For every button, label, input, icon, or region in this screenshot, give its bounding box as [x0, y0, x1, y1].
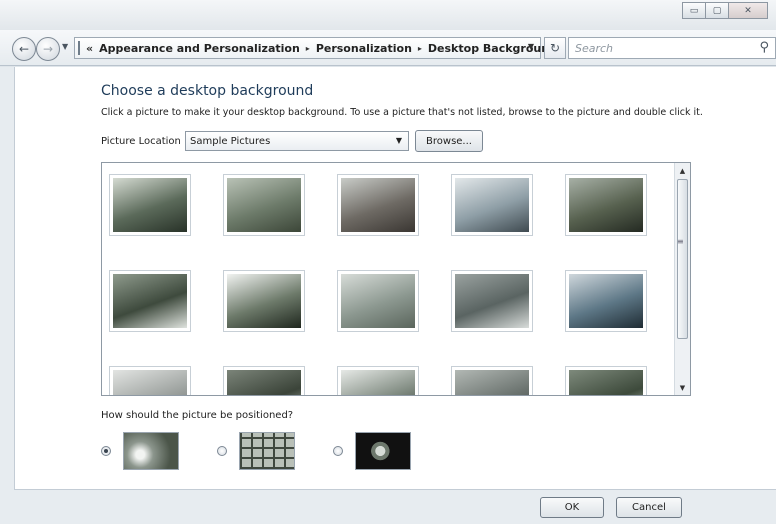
address-dropdown-icon[interactable]: ▼ [528, 42, 534, 51]
breadcrumb-arrow-icon[interactable]: ▸ [306, 44, 310, 53]
forward-arrow-icon: → [42, 42, 54, 56]
overflow-chevron-icon[interactable]: « [86, 42, 93, 55]
thumbnail-daisy-field[interactable] [337, 270, 419, 332]
thumbnail-bare-tree[interactable] [337, 366, 419, 395]
thumbnail-image [341, 274, 415, 328]
chevron-down-icon: ▼ [395, 136, 402, 145]
breadcrumb-desktop-background[interactable]: Desktop Background [428, 42, 557, 55]
gallery-scrollbar[interactable]: ▲ ≡ ▼ [674, 163, 690, 395]
minimize-button[interactable]: ▭ [682, 2, 706, 19]
thumbnail-stream-field[interactable] [223, 174, 305, 236]
thumbnail-image [569, 370, 643, 395]
instructions-text: Click a picture to make it your desktop … [101, 107, 703, 118]
thumbnail-image [455, 178, 529, 232]
refresh-icon: ↻ [549, 41, 561, 55]
scroll-up-icon[interactable]: ▲ [675, 163, 690, 178]
thumbnail-image [341, 370, 415, 395]
thumbnail-image [227, 274, 301, 328]
thumbnail-flowers-grass[interactable] [109, 270, 191, 332]
refresh-button[interactable]: ↻ [544, 37, 566, 59]
thumbnail-whale-tail[interactable] [565, 270, 647, 332]
thumbnail-image [569, 178, 643, 232]
search-input[interactable]: Search ⚲ [568, 37, 776, 59]
browse-button[interactable]: Browse... [415, 130, 483, 152]
thumbnail-image [455, 274, 529, 328]
position-fill-preview[interactable] [123, 432, 179, 470]
picture-location-select[interactable]: Sample Pictures ▼ [185, 131, 409, 151]
main-content: Choose a desktop background Click a pict… [14, 67, 776, 489]
picture-location-value: Sample Pictures [190, 135, 271, 147]
back-button[interactable]: ← [12, 37, 36, 61]
breadcrumb-personalization[interactable]: Personalization [316, 42, 412, 55]
forward-button[interactable]: → [36, 37, 60, 61]
thumbnail-image [569, 274, 643, 328]
position-tile-preview[interactable] [239, 432, 295, 470]
navigation-bar: ← → ▼ « Appearance and Personalization ▸… [0, 30, 776, 66]
thumbnail-tropical-leaves[interactable] [565, 366, 647, 395]
thumbnail-tree-landscape[interactable] [109, 174, 191, 236]
thumbnail-lake-dock[interactable] [451, 174, 533, 236]
thumbnail-beach-rocks[interactable] [451, 366, 533, 395]
ok-button[interactable]: OK [540, 497, 604, 518]
left-frame [0, 67, 14, 524]
thumbnail-toucan[interactable] [223, 366, 305, 395]
thumbnail-forest-path[interactable] [565, 174, 647, 236]
thumbnail-image [113, 178, 187, 232]
scrollbar-grip-icon: ≡ [677, 237, 684, 246]
picture-location-label: Picture Location [101, 136, 181, 147]
scrollbar-thumb[interactable] [677, 179, 688, 339]
close-button[interactable]: ✕ [728, 2, 768, 19]
window-controls: ▭ ▢ ✕ [682, 2, 768, 19]
title-bar: ▭ ▢ ✕ [0, 0, 776, 30]
thumbnail-image [227, 370, 301, 395]
search-placeholder: Search [575, 41, 614, 55]
thumbnail-sea-turtle[interactable] [451, 270, 533, 332]
scroll-down-icon[interactable]: ▼ [675, 380, 690, 395]
control-panel-icon [78, 41, 80, 55]
thumbnail-white-flowers[interactable] [223, 270, 305, 332]
position-center-preview[interactable] [355, 432, 411, 470]
cancel-button[interactable]: Cancel [616, 497, 682, 518]
recent-pages-dropdown-icon[interactable]: ▼ [62, 42, 68, 51]
thumbnail-image [113, 274, 187, 328]
thumbnail-image [227, 178, 301, 232]
thumbnail-image [341, 178, 415, 232]
thumbnail-image [113, 370, 187, 395]
back-arrow-icon: ← [18, 42, 30, 56]
breadcrumb-arrow-icon[interactable]: ▸ [418, 44, 422, 53]
address-bar[interactable]: « Appearance and Personalization ▸ Perso… [74, 37, 557, 59]
thumbnail-image [455, 370, 529, 395]
search-icon[interactable]: ⚲ [759, 40, 769, 55]
position-radio-center[interactable] [333, 446, 343, 456]
page-title: Choose a desktop background [101, 83, 314, 99]
picture-gallery[interactable]: ▲ ≡ ▼ [101, 162, 691, 396]
position-radio-fill[interactable] [101, 446, 111, 456]
thumbnail-sand-dunes[interactable] [109, 366, 191, 395]
position-question-label: How should the picture be positioned? [101, 410, 294, 421]
thumbnail-desert-buttes[interactable] [337, 174, 419, 236]
position-radio-tile[interactable] [217, 446, 227, 456]
breadcrumb-appearance[interactable]: Appearance and Personalization [99, 42, 300, 55]
dialog-footer: OK Cancel [14, 489, 776, 524]
maximize-button[interactable]: ▢ [705, 2, 729, 19]
